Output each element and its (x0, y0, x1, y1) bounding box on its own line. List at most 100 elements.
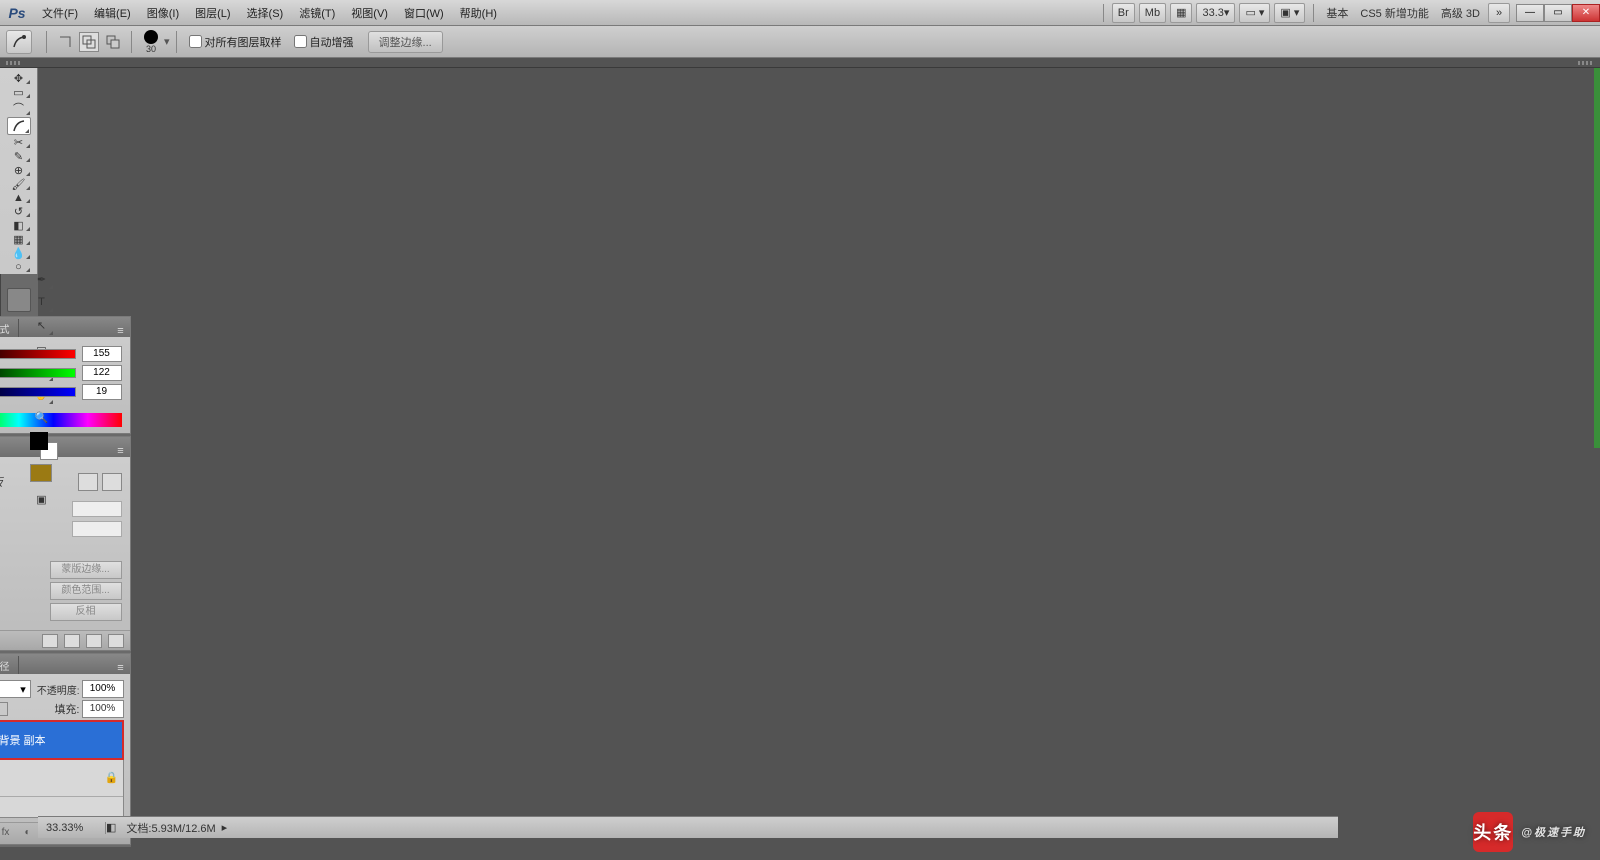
lasso-tool[interactable]: ⌒ (7, 100, 31, 116)
move-tool[interactable]: ✥ (7, 72, 31, 85)
screen-button[interactable]: ▣ ▾ (1274, 3, 1305, 23)
workspace-more[interactable]: » (1488, 3, 1510, 23)
menu-view[interactable]: 视图(V) (343, 0, 396, 26)
menu-filter[interactable]: 滤镜(T) (291, 0, 343, 26)
maximize-button[interactable]: ▭ (1544, 4, 1572, 22)
menu-select[interactable]: 选择(S) (239, 0, 292, 26)
screen-mode-tool[interactable]: ▣ (30, 488, 54, 510)
screen-mode-button[interactable]: ▦ (1170, 3, 1192, 23)
minimize-button[interactable]: — (1516, 4, 1544, 22)
minibridge-button[interactable]: Mb (1139, 3, 1166, 23)
tab-styles[interactable]: 样式 (0, 319, 19, 337)
status-doc-size[interactable]: 文档:5.93M/12.6M (126, 820, 215, 836)
mask-footer-icon[interactable] (64, 634, 80, 648)
type-tool[interactable]: T (30, 291, 54, 313)
separator (1313, 4, 1314, 22)
dodge-tool[interactable]: ○ ✒ T ↖ ▭ ◐ ✋ 🔍 ▣ (7, 261, 31, 273)
r-slider[interactable] (0, 349, 76, 359)
opacity-label: 不透明度: (37, 682, 80, 697)
workspace-3d[interactable]: 高级 3D (1435, 5, 1486, 21)
panel-menu-icon[interactable]: ≡ (112, 445, 130, 457)
separator (131, 31, 132, 53)
g-value[interactable]: 122 (82, 365, 122, 381)
fx-icon[interactable]: fx (0, 827, 14, 841)
separator (46, 31, 47, 53)
fill-label: 填充: (54, 701, 79, 717)
workspace-basic[interactable]: 基本 (1320, 5, 1354, 21)
blend-mode-select[interactable]: 正常▾ (0, 680, 31, 698)
vector-mask-icon[interactable] (102, 473, 122, 491)
panel-menu-icon[interactable]: ≡ (112, 662, 130, 674)
brush-preview-icon[interactable] (144, 30, 158, 44)
quick-mask[interactable] (30, 464, 52, 482)
layer-row[interactable]: 👁 背景 副本 (0, 721, 123, 759)
menu-image[interactable]: 图像(I) (139, 0, 187, 26)
brush-tool[interactable]: 🖌 (7, 178, 31, 191)
status-bar: 33.33% ◧ 文档:5.93M/12.6M ▸ (38, 816, 1338, 838)
g-slider[interactable] (0, 368, 76, 378)
opacity-value[interactable]: 100% (82, 680, 124, 698)
ps-logo: Ps (0, 0, 34, 26)
workspace-cs5[interactable]: CS5 新增功能 (1354, 5, 1434, 21)
layer-list: 👁 背景 副本 背景 🔒 (0, 720, 124, 818)
toolbox: ✥ ▭ ⌒ ✂ ✎ ⊕ 🖌 ▲ ↺ ◧ ▦ 💧 ○ ✒ T ↖ ▭ ◐ ✋ 🔍 … (0, 68, 38, 828)
dock-icon[interactable] (7, 288, 31, 312)
fill-value[interactable]: 100% (82, 700, 124, 718)
color-swatches[interactable] (30, 432, 58, 460)
status-doc-icon[interactable]: ◧ (106, 821, 116, 834)
subtract-selection-icon[interactable] (103, 32, 123, 52)
r-value[interactable]: 155 (82, 346, 122, 362)
gradient-tool[interactable]: ▦ (7, 233, 31, 246)
marquee-tool[interactable]: ▭ (7, 86, 31, 99)
history-brush-tool[interactable]: ↺ (7, 205, 31, 218)
refine-edge-button[interactable]: 调整边缘... (368, 31, 443, 53)
trash-icon[interactable] (108, 634, 124, 648)
menu-layer[interactable]: 图层(L) (187, 0, 238, 26)
options-bar: 30 ▾ 对所有图层取样 自动增强 调整边缘... (0, 26, 1600, 58)
status-zoom[interactable]: 33.33% (46, 822, 106, 834)
arrange-button[interactable]: ▭ ▾ (1239, 3, 1270, 23)
close-button[interactable]: ✕ (1572, 4, 1600, 22)
collapse-strip[interactable] (0, 58, 1600, 68)
bridge-button[interactable]: Br (1112, 3, 1135, 23)
menu-file[interactable]: 文件(F) (34, 0, 86, 26)
panel-menu-icon[interactable]: ≡ (112, 325, 130, 337)
stamp-tool[interactable]: ▲ (7, 192, 31, 204)
crop-tool[interactable]: ✂ (7, 136, 31, 149)
watermark: 头条 @极速手助 (1473, 812, 1586, 852)
lock-all-icon[interactable] (0, 702, 8, 716)
mask-footer-icon[interactable] (86, 634, 102, 648)
color-spectrum[interactable] (0, 413, 122, 427)
add-selection-icon[interactable] (79, 32, 99, 52)
eraser-tool[interactable]: ◧ (7, 219, 31, 232)
zoom-tool[interactable]: 🔍 (30, 406, 54, 428)
auto-enhance-checkbox[interactable]: 自动增强 (294, 34, 354, 50)
status-arrow-icon[interactable]: ▸ (222, 821, 228, 834)
pen-tool[interactable]: ✒ (30, 268, 54, 290)
menubar: Ps 文件(F) 编辑(E) 图像(I) 图层(L) 选择(S) 滤镜(T) 视… (0, 0, 1600, 26)
b-slider[interactable] (0, 387, 76, 397)
eyedropper-tool[interactable]: ✎ (7, 150, 31, 163)
new-selection-icon[interactable] (55, 32, 75, 52)
path-tool[interactable]: ↖ (30, 314, 54, 336)
healing-tool[interactable]: ⊕ (7, 164, 31, 177)
pixel-mask-icon[interactable] (78, 473, 98, 491)
mask-footer-icon[interactable] (42, 634, 58, 648)
menu-help[interactable]: 帮助(H) (452, 0, 505, 26)
menu-edit[interactable]: 编辑(E) (86, 0, 139, 26)
layer-name[interactable]: 背景 副本 (0, 732, 46, 748)
tab-paths[interactable]: 路径 (0, 656, 19, 674)
layer-row[interactable]: 背景 🔒 (0, 759, 123, 797)
blur-tool[interactable]: 💧 (7, 247, 31, 260)
density-input (72, 501, 122, 517)
invert-button: 反相 (50, 603, 122, 621)
brush-size-label: 30 (146, 44, 156, 54)
zoom-level[interactable]: 33.3 ▾ (1196, 3, 1235, 23)
mask-icon[interactable]: ◐ (20, 827, 36, 841)
quick-selection-tool[interactable] (7, 117, 31, 135)
b-value[interactable]: 19 (82, 384, 122, 400)
sample-all-layers-checkbox[interactable]: 对所有图层取样 (189, 34, 282, 50)
foreground-color[interactable] (30, 432, 48, 450)
current-tool-icon[interactable] (6, 30, 32, 54)
menu-window[interactable]: 窗口(W) (396, 0, 452, 26)
